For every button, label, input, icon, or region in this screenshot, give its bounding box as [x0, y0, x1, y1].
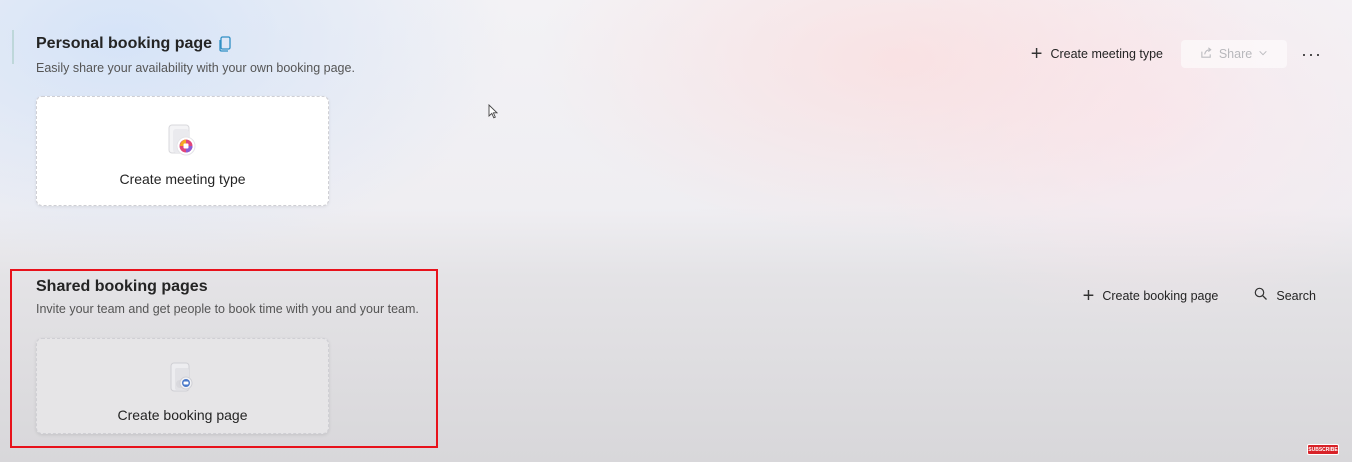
personal-section-subtitle: Easily share your availability with your…: [36, 61, 355, 75]
more-icon[interactable]: ···: [1301, 45, 1322, 63]
subscribe-badge[interactable]: SUBSCRIBE: [1307, 444, 1339, 455]
personal-toolbar: + Create meeting type Share ···: [1031, 40, 1322, 68]
meeting-type-icon: [163, 121, 203, 161]
share-button[interactable]: Share: [1181, 40, 1288, 68]
plus-icon: +: [1030, 43, 1043, 65]
create-meeting-type-card-label: Create meeting type: [119, 171, 246, 187]
create-meeting-type-card[interactable]: Create meeting type: [36, 96, 329, 206]
shared-booking-section: Shared booking pages Invite your team an…: [0, 270, 1352, 462]
cursor-icon: [488, 103, 499, 119]
share-label: Share: [1218, 47, 1253, 61]
search-button[interactable]: Search: [1254, 287, 1316, 304]
personal-section-title-row: Personal booking page: [36, 35, 232, 53]
create-meeting-type-label: Create meeting type: [1050, 47, 1164, 61]
share-icon: [1200, 46, 1213, 62]
booking-page-icon: [163, 359, 203, 399]
search-label: Search: [1276, 288, 1316, 303]
create-booking-page-label: Create booking page: [1102, 288, 1219, 303]
create-booking-page-button[interactable]: + Create booking page: [1082, 284, 1219, 307]
copy-icon[interactable]: [218, 36, 232, 52]
search-icon: [1254, 287, 1268, 304]
shared-toolbar: + Create booking page Search: [1082, 284, 1316, 307]
create-booking-page-card-label: Create booking page: [117, 407, 248, 423]
create-meeting-type-button[interactable]: + Create meeting type: [1030, 43, 1164, 65]
shared-section-title: Shared booking pages: [36, 278, 208, 295]
create-booking-page-card[interactable]: Create booking page: [36, 338, 329, 434]
chevron-down-icon: [1258, 47, 1268, 61]
personal-section-title: Personal booking page: [36, 35, 213, 52]
plus-icon: +: [1082, 284, 1095, 307]
personal-booking-section: Personal booking page Easily share your …: [0, 0, 1352, 230]
shared-section-subtitle: Invite your team and get people to book …: [36, 302, 419, 316]
